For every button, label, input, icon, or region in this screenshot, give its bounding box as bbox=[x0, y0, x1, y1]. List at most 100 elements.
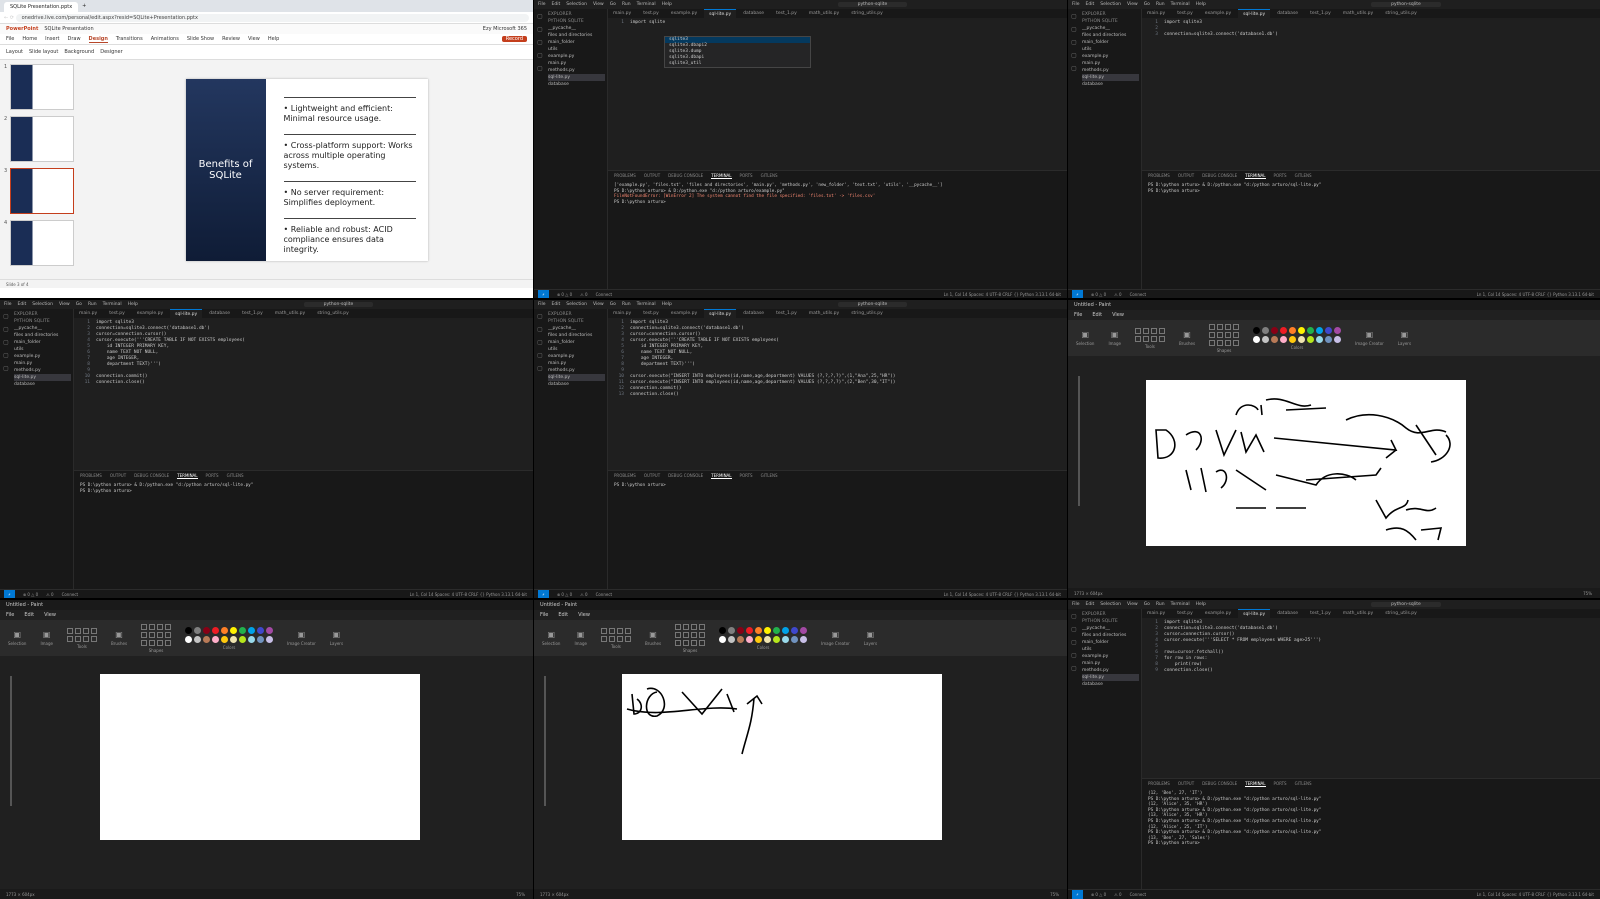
explorer-file[interactable]: database bbox=[1082, 681, 1139, 688]
editor-tab[interactable]: example.py bbox=[1200, 609, 1236, 618]
menu-item[interactable]: Edit bbox=[552, 302, 561, 307]
menu-item[interactable]: Go bbox=[1144, 602, 1150, 607]
menu-item[interactable]: Help bbox=[662, 302, 672, 307]
color-swatch[interactable] bbox=[1334, 326, 1342, 334]
explorer-file[interactable]: methods.py bbox=[548, 67, 605, 74]
explorer-file[interactable]: utils bbox=[1082, 46, 1139, 53]
tool-button[interactable] bbox=[1225, 339, 1232, 346]
panel-tab[interactable]: GITLENS bbox=[227, 473, 244, 478]
extensions-icon[interactable]: ▢ bbox=[1071, 665, 1077, 672]
source-control-icon[interactable]: ▢ bbox=[3, 339, 9, 346]
menu-item[interactable]: File bbox=[1072, 602, 1080, 607]
tool-button[interactable] bbox=[74, 627, 81, 634]
menu-item[interactable]: Terminal bbox=[637, 302, 656, 307]
tool-button[interactable] bbox=[1158, 327, 1165, 334]
status-item[interactable]: ⊗ 0 △ 0 bbox=[557, 592, 572, 597]
menu-item[interactable]: View bbox=[59, 302, 70, 307]
tool-button[interactable] bbox=[616, 627, 623, 634]
tool-button[interactable] bbox=[141, 631, 148, 638]
status-item[interactable]: Connect bbox=[596, 292, 613, 297]
panel-tab[interactable]: PROBLEMS bbox=[1148, 173, 1170, 178]
panel-tab[interactable]: OUTPUT bbox=[644, 173, 660, 178]
drawing-canvas[interactable] bbox=[622, 674, 942, 840]
run-debug-icon[interactable]: ▢ bbox=[537, 352, 543, 359]
explorer-file[interactable]: database bbox=[14, 381, 71, 388]
slide-thumbnail[interactable]: 3 bbox=[4, 168, 76, 214]
panel-tab[interactable]: DEBUG CONSOLE bbox=[668, 173, 703, 178]
tool-button[interactable] bbox=[691, 631, 698, 638]
explorer-file[interactable]: example.py bbox=[1082, 653, 1139, 660]
editor-tab[interactable]: string_utils.py bbox=[1380, 609, 1422, 618]
color-swatch[interactable] bbox=[782, 635, 790, 643]
selection-icon[interactable]: ▣ bbox=[13, 630, 21, 639]
explorer-file[interactable]: utils bbox=[548, 46, 605, 53]
menu-item[interactable]: Edit bbox=[1086, 602, 1095, 607]
autocomplete-popup[interactable]: sqlite3 sqlite3.dbapi2 sqlite3.dump sqlite3… bbox=[664, 36, 811, 68]
tool-button[interactable] bbox=[1134, 327, 1141, 334]
browser-tab[interactable]: SQLite Presentation.pptx bbox=[4, 2, 79, 12]
run-debug-icon[interactable]: ▢ bbox=[537, 52, 543, 59]
editor-tab[interactable]: database bbox=[1272, 609, 1303, 618]
image-icon[interactable]: ▣ bbox=[1111, 330, 1119, 339]
tool-button[interactable] bbox=[1142, 327, 1149, 334]
panel-tab[interactable]: PROBLEMS bbox=[1148, 781, 1170, 786]
source-control-icon[interactable]: ▢ bbox=[537, 339, 543, 346]
menu-item[interactable]: Run bbox=[1156, 2, 1165, 7]
explorer-file[interactable]: __pycache__ bbox=[1082, 25, 1139, 32]
status-item[interactable]: ⊗ 0 △ 0 bbox=[557, 292, 572, 297]
tool-button[interactable] bbox=[149, 623, 156, 630]
menu-item[interactable]: Selection bbox=[566, 2, 587, 7]
editor-tab[interactable]: example.py bbox=[666, 9, 702, 18]
tool-button[interactable] bbox=[1209, 339, 1216, 346]
editor-tab[interactable]: main.py bbox=[1142, 9, 1170, 18]
editor-tab[interactable]: sql-lite.py bbox=[1238, 609, 1271, 618]
status-item[interactable]: Connect bbox=[1130, 892, 1147, 897]
tool-grid[interactable] bbox=[141, 623, 172, 646]
tool-button[interactable] bbox=[1150, 335, 1157, 342]
color-swatch[interactable] bbox=[266, 635, 274, 643]
menu-item[interactable]: File bbox=[540, 612, 548, 618]
menu-item[interactable]: Terminal bbox=[1171, 602, 1190, 607]
status-item[interactable]: Connect bbox=[596, 592, 613, 597]
color-swatch[interactable] bbox=[755, 626, 763, 634]
ribbon-tab[interactable]: Slide Show bbox=[187, 36, 214, 42]
project-folder[interactable]: PYTHON SQLITE bbox=[548, 18, 605, 25]
tool-grid[interactable] bbox=[1209, 323, 1240, 346]
extensions-icon[interactable]: ▢ bbox=[537, 365, 543, 372]
remote-indicator[interactable]: ⚡ bbox=[538, 590, 549, 598]
editor-tab[interactable]: database bbox=[204, 309, 235, 318]
tool-button[interactable] bbox=[1158, 335, 1165, 342]
menu-item[interactable]: File bbox=[1072, 2, 1080, 7]
tool-button[interactable] bbox=[157, 623, 164, 630]
color-swatch[interactable] bbox=[728, 626, 736, 634]
editor-tab[interactable]: math_utils.py bbox=[1338, 609, 1378, 618]
ribbon-tab[interactable]: Home bbox=[22, 36, 37, 42]
remote-indicator[interactable]: ⚡ bbox=[1072, 290, 1083, 298]
menu-item[interactable]: Selection bbox=[32, 302, 53, 307]
tool-button[interactable] bbox=[691, 639, 698, 646]
editor-tab[interactable]: test.py bbox=[638, 309, 664, 318]
explorer-file[interactable]: main_folder bbox=[1082, 39, 1139, 46]
tool-button[interactable] bbox=[165, 623, 172, 630]
explorer-file[interactable]: __pycache__ bbox=[14, 325, 71, 332]
panel-tab[interactable]: TERMINAL bbox=[711, 473, 732, 479]
panel-tab[interactable]: DEBUG CONSOLE bbox=[1202, 173, 1237, 178]
menu-item[interactable]: Edit bbox=[1086, 2, 1095, 7]
panel-tab[interactable]: OUTPUT bbox=[110, 473, 126, 478]
color-swatch[interactable] bbox=[773, 626, 781, 634]
panel-tab[interactable]: TERMINAL bbox=[177, 473, 198, 479]
tool-button[interactable] bbox=[1209, 331, 1216, 338]
color-swatch[interactable] bbox=[239, 626, 247, 634]
explorer-file[interactable]: utils bbox=[1082, 646, 1139, 653]
menu-item[interactable]: Go bbox=[610, 302, 616, 307]
tool-grid[interactable] bbox=[66, 627, 97, 642]
toolbar-button[interactable]: Layout bbox=[6, 49, 23, 55]
ribbon-tab[interactable]: File bbox=[6, 36, 14, 42]
explorer-file[interactable]: main_folder bbox=[548, 339, 605, 346]
source-control-icon[interactable]: ▢ bbox=[1071, 39, 1077, 46]
explorer-file[interactable]: sql-lite.py bbox=[548, 74, 605, 81]
explorer-file[interactable]: utils bbox=[548, 346, 605, 353]
window-title[interactable]: python-sqlite bbox=[1371, 2, 1441, 7]
brushes-icon[interactable]: ▣ bbox=[115, 630, 123, 639]
terminal[interactable]: PS D:\python arturo> bbox=[608, 480, 1067, 589]
